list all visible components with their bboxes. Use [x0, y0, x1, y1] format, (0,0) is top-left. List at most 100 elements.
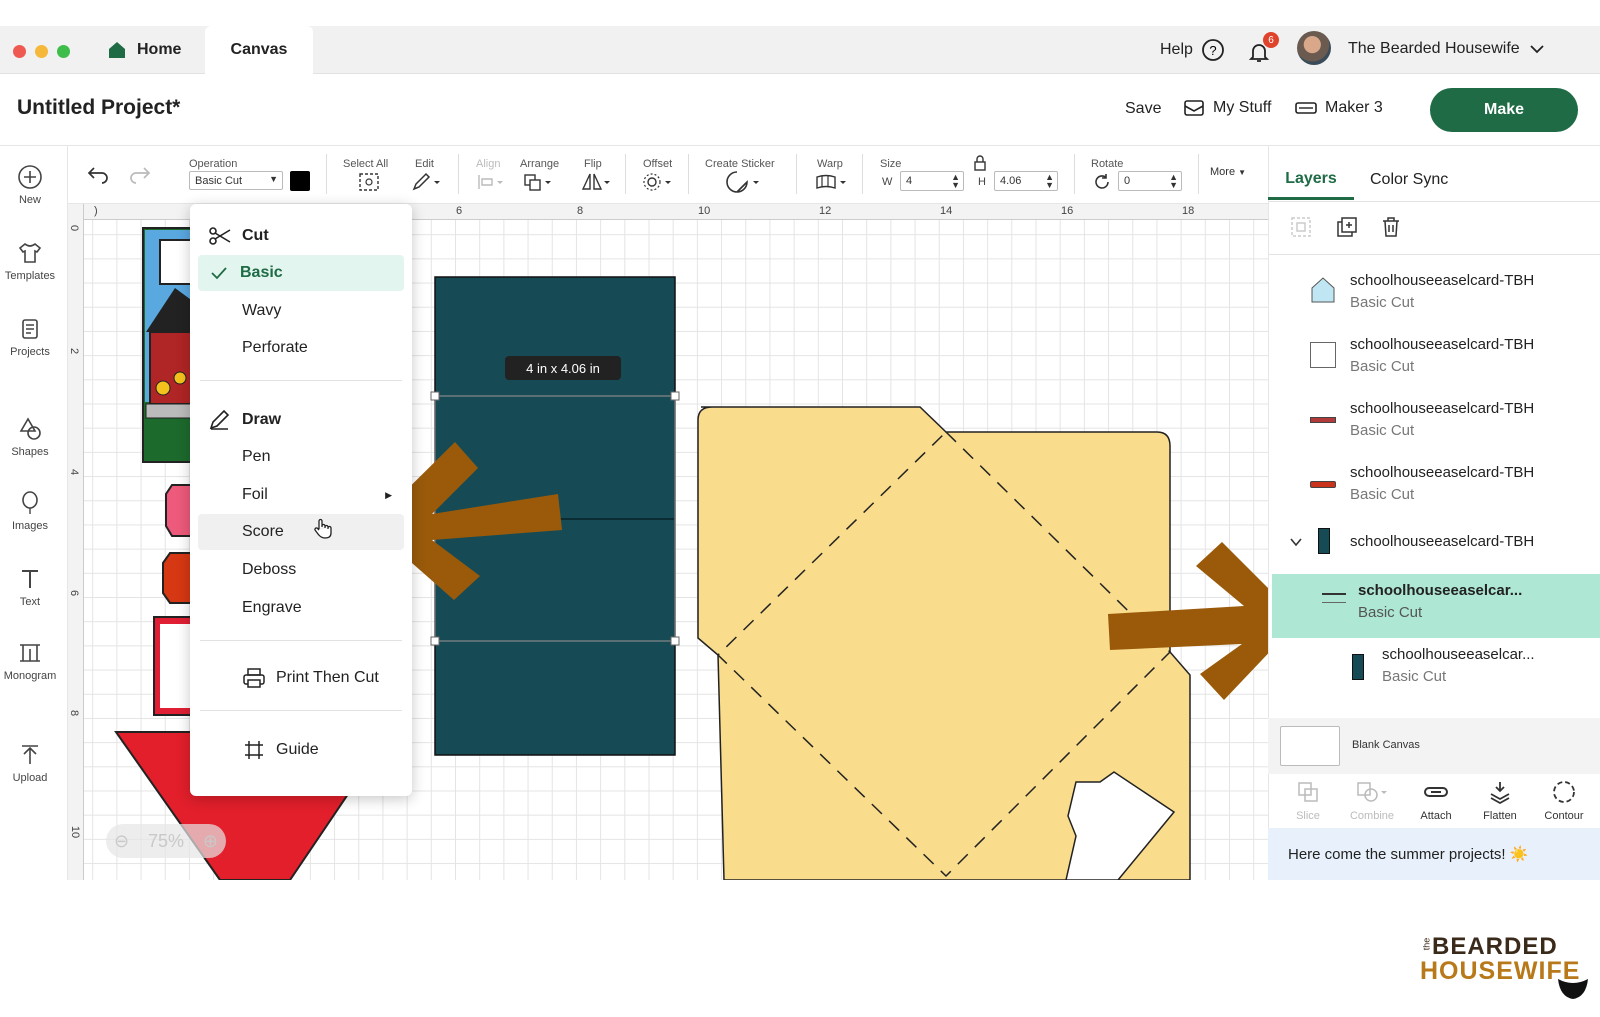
width-input[interactable]: 4 ▲ ▼	[900, 171, 964, 191]
ruler-mark: 18	[1182, 205, 1195, 217]
menu-item-pen[interactable]: Pen	[190, 439, 412, 475]
combine-button[interactable]: Combine	[1342, 780, 1402, 822]
toolbar-divider	[1198, 154, 1199, 194]
width-label: W	[882, 176, 893, 188]
caret-right-icon: ▶	[385, 489, 392, 500]
sticker-icon[interactable]	[725, 170, 765, 194]
toolbar-divider	[862, 154, 863, 194]
layer-row[interactable]: schoolhouseeaselcard-TBH Basic Cut	[1268, 264, 1600, 328]
menu-guide-label: Guide	[276, 741, 319, 758]
make-label: Make	[1483, 101, 1525, 118]
menu-item-basic[interactable]: Basic	[198, 255, 404, 291]
label-shape-red[interactable]	[162, 552, 193, 604]
zoom-level: 75%	[147, 830, 185, 851]
minimize-window-button[interactable]	[35, 45, 48, 58]
slice-button[interactable]: Slice	[1278, 780, 1338, 822]
machine-selector[interactable]: Maker 3	[1295, 98, 1383, 118]
tab-layers[interactable]: Layers	[1268, 160, 1354, 200]
menu-item-perforate[interactable]: Perforate	[190, 330, 412, 366]
close-window-button[interactable]	[13, 45, 26, 58]
combine-icon	[1357, 782, 1387, 802]
nav-new[interactable]: New	[0, 164, 60, 206]
layer-row[interactable]: schoolhouseeaselcar... Basic Cut	[1268, 644, 1600, 708]
beard-icon	[1558, 979, 1588, 999]
flip-icon[interactable]	[580, 172, 612, 192]
menu-item-deboss[interactable]: Deboss	[190, 552, 412, 588]
tab-color-sync[interactable]: Color Sync	[1370, 160, 1470, 200]
announcement-banner[interactable]: Here come the summer projects! ☀️	[1268, 828, 1600, 880]
layer-name: schoolhouseeaselcar...	[1358, 582, 1523, 599]
layer-row[interactable]: schoolhouseeaselcard-TBH Basic Cut	[1268, 456, 1600, 520]
select-all-icon[interactable]	[358, 172, 380, 192]
help-button[interactable]: Help ?	[1160, 38, 1225, 62]
nav-projects[interactable]: Projects	[0, 316, 60, 358]
menu-item-guide[interactable]: Guide	[190, 732, 412, 768]
menu-score-label: Score	[242, 523, 284, 540]
menu-item-wavy[interactable]: Wavy	[190, 293, 412, 329]
attach-button[interactable]: Attach	[1406, 780, 1466, 822]
menu-item-print-then-cut[interactable]: Print Then Cut	[190, 660, 412, 696]
avatar[interactable]	[1297, 31, 1331, 65]
projects-icon	[22, 319, 38, 339]
canvas-thumbnail	[1280, 726, 1340, 766]
zoom-out-icon[interactable]: ⊖	[114, 831, 129, 852]
layer-row[interactable]: schoolhouseeaselcard-TBH Basic Cut	[1268, 392, 1600, 456]
layer-row-selected[interactable]: schoolhouseeaselcar... Basic Cut	[1272, 574, 1600, 638]
nav-images[interactable]: Images	[0, 490, 60, 532]
duplicate-icon[interactable]	[1336, 216, 1358, 238]
menu-item-score[interactable]: Score	[198, 514, 404, 550]
blank-canvas-row[interactable]: Blank Canvas	[1268, 718, 1600, 774]
maximize-window-button[interactable]	[57, 45, 70, 58]
project-title[interactable]: Untitled Project*	[17, 96, 180, 120]
trash-icon[interactable]	[1380, 216, 1402, 238]
flip-label: Flip	[584, 158, 602, 170]
notifications-button[interactable]: 6	[1247, 32, 1279, 64]
tab-home-label: Home	[137, 41, 182, 58]
menu-item-engrave[interactable]: Engrave	[190, 590, 412, 626]
chevron-down-icon[interactable]	[1288, 534, 1304, 550]
nav-text[interactable]: Text	[0, 566, 60, 608]
group-icon[interactable]	[1290, 216, 1312, 238]
rotate-icon[interactable]	[1092, 172, 1112, 192]
contour-button[interactable]: Contour	[1534, 780, 1594, 822]
shapes-icon	[19, 417, 41, 440]
color-swatch[interactable]	[290, 171, 310, 191]
undo-icon[interactable]	[86, 164, 110, 184]
menu-group-cut: Cut	[190, 218, 412, 254]
zoom-in-icon[interactable]: ⊕	[203, 831, 218, 852]
operation-select[interactable]: Basic Cut ▼	[189, 171, 283, 190]
layer-row[interactable]: schoolhouseeaselcard-TBH Basic Cut	[1268, 328, 1600, 392]
lock-icon[interactable]	[973, 155, 987, 171]
label-shape-pink[interactable]	[165, 484, 193, 537]
redo-icon[interactable]	[128, 164, 152, 184]
machine-label: Maker 3	[1325, 99, 1383, 116]
offset-icon[interactable]	[642, 172, 674, 192]
arrange-icon[interactable]	[522, 172, 554, 192]
save-button[interactable]: Save	[1125, 100, 1161, 118]
nav-new-label: New	[18, 194, 41, 206]
nav-upload[interactable]: Upload	[0, 742, 60, 784]
make-button[interactable]: Make	[1430, 88, 1578, 132]
layer-operation: Basic Cut	[1350, 294, 1415, 311]
nav-monogram[interactable]: Monogram	[0, 640, 60, 682]
user-menu[interactable]: The Bearded Housewife	[1348, 40, 1546, 58]
height-input[interactable]: 4.06 ▲ ▼	[994, 171, 1058, 191]
flatten-button[interactable]: Flatten	[1470, 780, 1530, 822]
more-button[interactable]: More ▼	[1210, 166, 1246, 178]
rotate-input[interactable]: 0 ▲ ▼	[1118, 171, 1182, 191]
warp-icon[interactable]	[814, 172, 850, 192]
align-icon[interactable]	[476, 172, 506, 192]
nav-shapes[interactable]: Shapes	[0, 416, 60, 458]
my-stuff-button[interactable]: My Stuff	[1183, 98, 1271, 118]
zoom-control[interactable]: ⊖ 75% ⊕	[106, 824, 226, 858]
ruler-mark: 0	[68, 224, 81, 232]
tab-canvas[interactable]: Canvas	[205, 26, 313, 74]
toolbar-divider	[625, 154, 626, 194]
schoolhouse-design[interactable]	[142, 227, 196, 463]
layer-group-row[interactable]: schoolhouseeaselcard-TBH	[1268, 520, 1600, 568]
tab-home[interactable]: Home	[107, 26, 181, 74]
menu-item-foil[interactable]: Foil ▶	[190, 477, 412, 513]
nav-templates[interactable]: Templates	[0, 240, 60, 282]
pencil-icon[interactable]	[411, 172, 441, 192]
pen-icon	[209, 409, 230, 430]
